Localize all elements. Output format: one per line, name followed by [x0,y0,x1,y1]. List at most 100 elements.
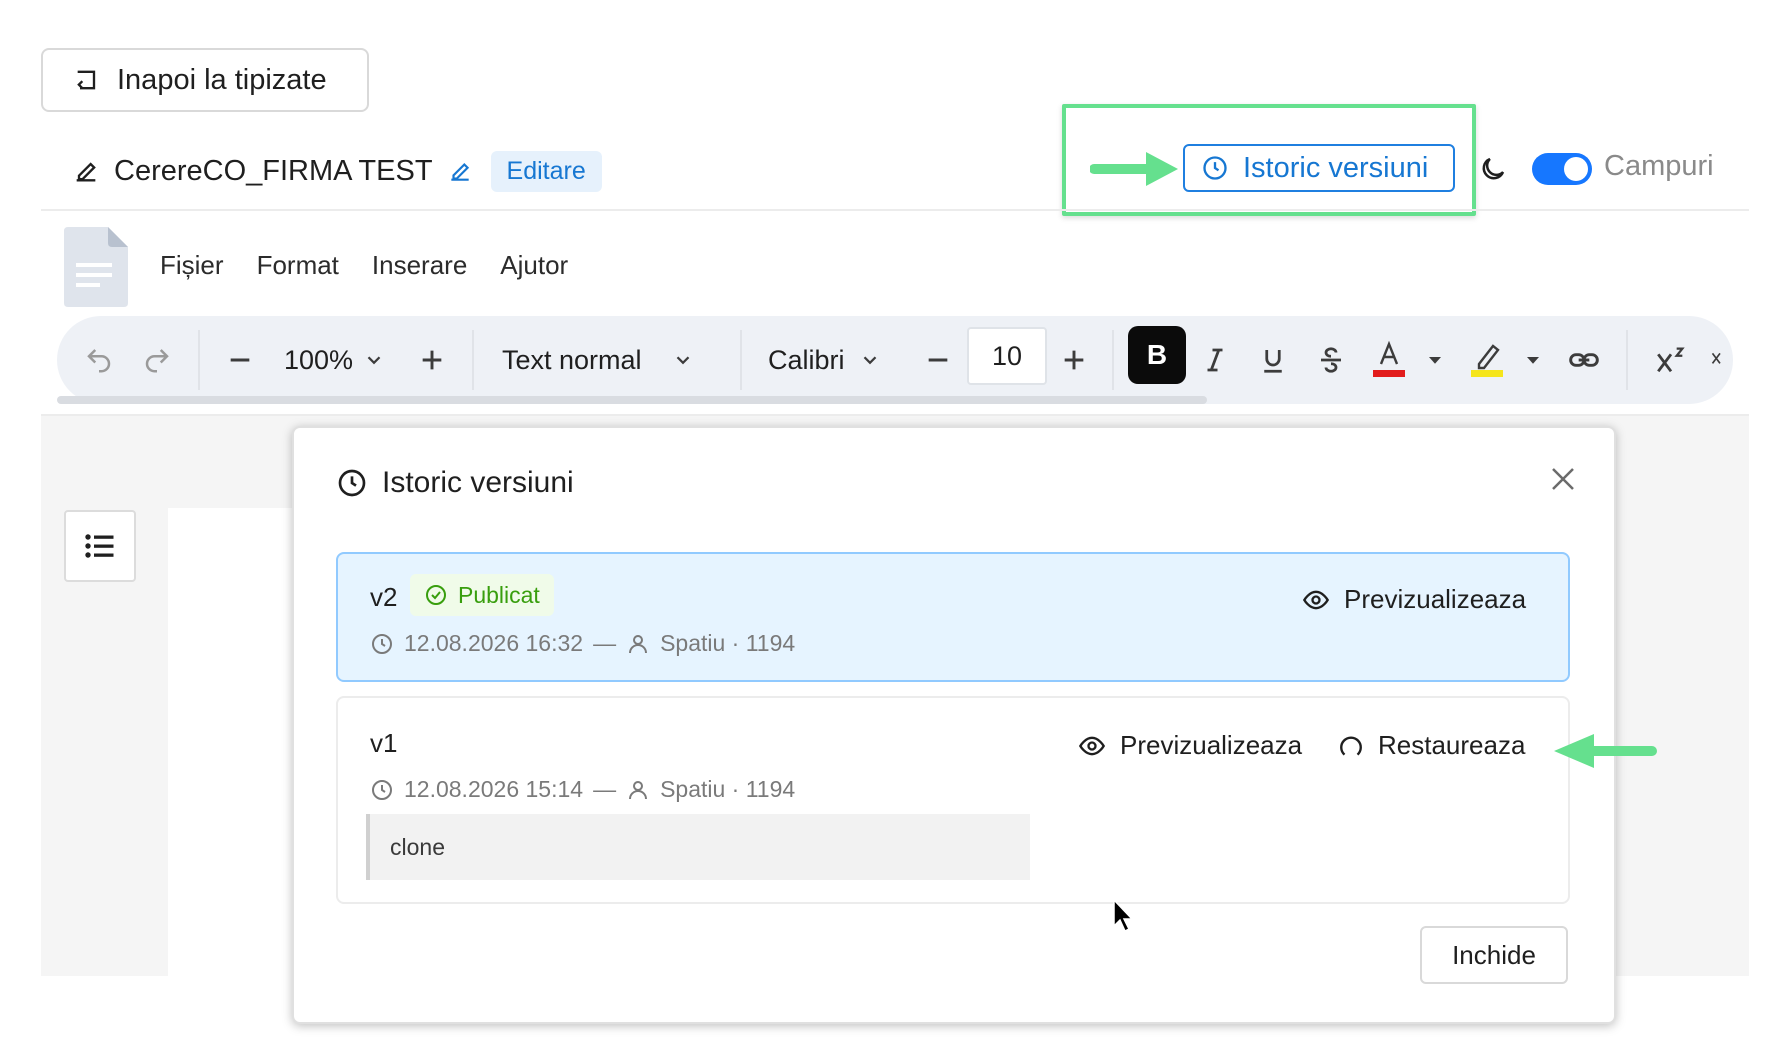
caret-down-icon [1429,357,1441,364]
version-datetime: 12.08.2026 16:32 [404,630,584,656]
eye-icon [1302,590,1330,609]
zoom-in-button[interactable] [418,316,446,404]
menu-file[interactable]: Fișier [160,250,224,281]
toolbar-separator [472,330,474,390]
minus-icon [230,358,250,362]
rename-pencil-icon[interactable] [447,158,473,184]
document-icon [64,227,128,307]
version-author: Spatiu · 1194 [660,776,796,802]
user-icon [629,780,648,799]
published-status-badge: Publicat [410,574,554,616]
menu-help[interactable]: Ajutor [500,250,568,281]
annotation-arrow-icon [1554,734,1657,768]
restore-icon [1340,736,1362,756]
italic-button[interactable] [1200,316,1230,404]
text-color-dropdown[interactable] [1426,316,1444,404]
highlighter-icon [1471,344,1503,377]
preview-label: Previzualizeaza [1120,730,1303,760]
plus-icon [1064,350,1084,370]
menu-insert[interactable]: Inserare [372,250,467,281]
minus-icon [928,358,948,362]
redo-icon [145,349,169,373]
menu-bar: Fișier Format Inserare Ajutor [160,250,568,281]
published-status-label: Publicat [458,581,540,608]
paragraph-style-value: Text normal [502,344,642,375]
subscript-button[interactable] [1710,316,1730,404]
insert-link-button[interactable] [1568,316,1600,404]
italic-icon [1207,348,1223,372]
version-note: clone [366,814,1030,880]
strikethrough-icon [1321,347,1341,373]
eye-icon [1078,736,1106,755]
preview-v2-button[interactable]: Previzualizeaza [1302,584,1526,615]
chevron-down-icon [676,356,689,365]
preview-v1-button[interactable]: Previzualizeaza [1078,730,1302,761]
version-author: Spatiu · 1194 [660,630,796,656]
paragraph-style-select[interactable]: Text normal [502,316,694,404]
clock-icon [372,779,392,800]
edit-pencil-icon [76,162,96,182]
version-label: v2 [370,582,398,612]
close-icon[interactable] [1548,464,1578,494]
version-meta: 12.08.2026 16:32 — Spatiu · 1194 [370,630,795,657]
text-color-icon [1373,340,1405,377]
document-title-row: CerereCO_FIRMA TEST Editare [72,150,602,192]
underline-icon [1264,350,1282,373]
restore-v1-button[interactable]: Restaureaza [1338,730,1525,761]
caret-down-icon [1527,357,1539,364]
outline-toggle-button[interactable] [64,510,136,582]
user-icon [629,634,648,653]
highlight-color-button[interactable] [1470,316,1504,404]
back-to-templates-button[interactable]: Inapoi la tipizate [41,48,369,112]
plus-icon [422,350,442,370]
document-title: CerereCO_FIRMA TEST [114,154,433,187]
link-icon [1569,353,1599,367]
superscript-button[interactable] [1654,316,1688,404]
text-color-button[interactable] [1372,316,1406,404]
close-modal-button[interactable]: Inchide [1420,926,1568,984]
version-label: v1 [370,728,398,758]
list-icon [85,534,114,558]
undo-button[interactable] [84,316,114,404]
zoom-out-button[interactable] [226,316,254,404]
back-button-label: Inapoi la tipizate [117,63,327,96]
history-clock-icon [338,469,366,497]
version-history-label: Istoric versiuni [1243,151,1429,184]
modal-title: Istoric versiuni [382,466,574,499]
zoom-value: 100% [284,344,354,375]
font-family-value: Calibri [768,344,845,375]
fields-toggle[interactable] [1532,153,1592,185]
bold-button[interactable]: B [1128,326,1186,384]
fields-toggle-label: Campuri [1604,150,1714,182]
font-size-decrease-button[interactable] [924,316,952,404]
highlight-color-dropdown[interactable] [1524,316,1542,404]
subscript-icon [1711,352,1721,364]
meta-separator: — [593,630,617,656]
clock-icon [372,633,392,654]
mouse-cursor-icon [1113,898,1134,933]
underline-button[interactable] [1258,316,1288,404]
menu-format[interactable]: Format [257,250,339,281]
dark-mode-icon[interactable] [1478,154,1508,184]
strikethrough-button[interactable] [1316,316,1346,404]
toolbar-separator [740,330,742,390]
meta-separator: — [593,776,617,802]
font-size-increase-button[interactable] [1060,316,1088,404]
font-family-select[interactable]: Calibri [768,316,881,404]
history-clock-icon [1203,156,1227,180]
zoom-select[interactable]: 100% [284,316,385,404]
version-datetime: 12.08.2026 15:14 [404,776,584,802]
toolbar-separator [1626,330,1628,390]
version-card-v2[interactable] [336,552,1570,682]
preview-label: Previzualizeaza [1344,584,1527,614]
chevron-down-icon [863,356,876,365]
chevron-down-icon [367,356,381,365]
restore-label: Restaureaza [1378,730,1526,760]
back-arrow-icon [77,70,96,90]
version-history-button[interactable]: Istoric versiuni [1183,144,1455,192]
version-meta: 12.08.2026 15:14 — Spatiu · 1194 [370,776,795,803]
undo-icon [87,349,111,373]
redo-button[interactable] [142,316,172,404]
annotation-arrow-icon [1090,152,1178,186]
font-size-input[interactable]: 10 [967,327,1047,385]
